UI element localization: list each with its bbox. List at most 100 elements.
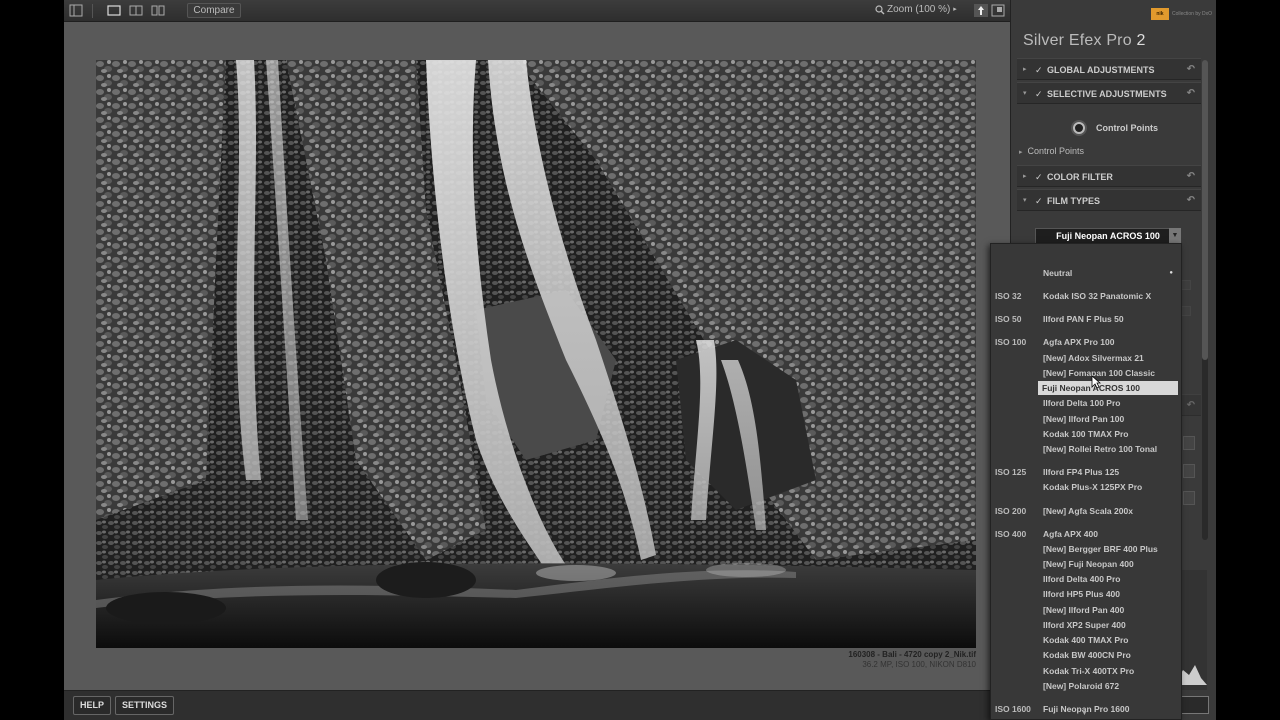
reset-icon[interactable]: ↶ (1187, 83, 1195, 105)
reset-icon[interactable]: ↶ (1187, 59, 1195, 81)
expand-arrow-icon[interactable]: ▸ (1023, 166, 1027, 188)
control-points-label: Control Points (1096, 123, 1158, 133)
film-list-item[interactable]: [New] Ilford Pan 400 (991, 603, 1181, 617)
film-type-dropdown-list[interactable]: Neutral ● ISO 32 Kodak ISO 32 Panatomic X IS… (990, 243, 1182, 720)
film-list-item[interactable]: [New] Rollei Retro 100 Tonal (991, 442, 1181, 456)
film-name: Ilford Delta 100 Pro (1043, 398, 1121, 408)
nik-logo-box: nik (1150, 8, 1169, 20)
checkmark-icon[interactable]: ✓ (1035, 190, 1043, 212)
film-list-item[interactable]: Neutral ● (991, 266, 1181, 280)
reset-icon[interactable]: ↶ (1187, 190, 1195, 212)
section-color-filter[interactable]: ▸ ✓ COLOR FILTER ↶ (1017, 165, 1201, 187)
film-list-item[interactable]: ISO 32 Kodak ISO 32 Panatomic X (991, 289, 1181, 303)
checkmark-icon[interactable]: ✓ (1035, 83, 1043, 105)
compare-button[interactable]: Compare (187, 3, 241, 18)
help-button[interactable]: HELP (73, 696, 111, 715)
scrollbar-thumb[interactable] (1202, 60, 1208, 360)
film-list-item[interactable]: Kodak 400 TMAX Pro (991, 633, 1181, 647)
film-name: [New] Bergger BRF 400 Plus (1043, 544, 1158, 554)
film-name: [New] Ilford Pan 100 (1043, 414, 1125, 424)
film-list-item[interactable]: Fuji Neopan ACROS 100 (991, 381, 1181, 395)
layout-icon[interactable] (69, 4, 83, 17)
film-list-item[interactable]: Ilford Delta 100 Pro (991, 396, 1181, 410)
film-list-item[interactable]: Kodak Plus-X 125PX Pro (991, 480, 1181, 494)
default-dot-icon: ● (1169, 270, 1173, 276)
toolbar-separator (92, 4, 93, 18)
film-list-item[interactable]: Kodak 100 TMAX Pro (991, 427, 1181, 441)
film-list-item[interactable]: [New] Adox Silvermax 21 (991, 351, 1181, 365)
app-title-name: Silver Efex Pro (1023, 32, 1132, 49)
control-points-sub-label: Control Points (1027, 146, 1085, 156)
film-list-item[interactable]: ISO 125 Ilford FP4 Plus 125 (991, 465, 1181, 479)
iso-label: ISO 50 (995, 314, 1022, 324)
bottom-bar: HELP SETTINGS (64, 690, 1010, 720)
film-list-item[interactable]: Kodak BW 400CN Pro (991, 648, 1181, 662)
single-view-icon[interactable] (107, 4, 121, 17)
section-film-types[interactable]: ▾ ✓ FILM TYPES ↶ (1017, 189, 1201, 211)
dropdown-arrow-icon[interactable] (1183, 464, 1195, 478)
image-caption: 160308 - Bali - 4720 copy 2_Nik.tif 36.2… (848, 650, 976, 670)
side-by-side-icon[interactable] (151, 4, 165, 17)
film-type-select[interactable]: Fuji Neopan ACROS 100 ▼ (1035, 228, 1181, 244)
expand-arrow-icon[interactable]: ▸ (1023, 59, 1027, 81)
film-list-item[interactable]: ISO 200 [New] Agfa Scala 200x (991, 504, 1181, 518)
fullscreen-icon[interactable] (991, 4, 1005, 17)
film-name: Kodak Plus-X 125PX Pro (1043, 482, 1143, 492)
dropdown-arrow-icon[interactable]: ▼ (1169, 228, 1181, 244)
image-metadata: 36.2 MP, ISO 100, NIKON D810 (862, 660, 976, 669)
iso-label: ISO 1600 (995, 704, 1031, 714)
control-points-button[interactable]: Control Points (1017, 114, 1201, 142)
reset-icon[interactable]: ↶ (1187, 166, 1195, 188)
zoom-control[interactable]: Zoom (100 %) (872, 3, 962, 18)
collapse-arrow-icon[interactable]: ▾ (1023, 190, 1027, 212)
film-name: [New] Rollei Retro 100 Tonal (1043, 444, 1158, 454)
film-list-item[interactable]: Ilford HP5 Plus 400 (991, 587, 1181, 601)
expand-arrow-icon: ▸ (1019, 149, 1023, 156)
film-list-item[interactable]: [New] Ilford Pan 100 (991, 412, 1181, 426)
film-list-item[interactable]: Kodak Tri-X 400TX Pro (991, 664, 1181, 678)
zoom-arrow-icon[interactable]: ▸ (950, 3, 960, 18)
control-points-list-toggle[interactable]: ▸ Control Points (1019, 146, 1084, 156)
film-list-item[interactable]: [New] Polaroid 672 (991, 679, 1181, 693)
film-list-item[interactable]: ISO 100 Agfa APX Pro 100 (991, 335, 1181, 349)
control-point-icon (1073, 122, 1085, 134)
panel-scrollbar[interactable] (1202, 60, 1208, 540)
split-view-icon[interactable] (129, 4, 143, 17)
film-name: Kodak ISO 32 Panatomic X (1043, 291, 1152, 301)
preview-image[interactable] (96, 60, 976, 648)
film-name: Ilford XP2 Super 400 (1043, 620, 1126, 630)
image-filename: 160308 - Bali - 4720 copy 2_Nik.tif (848, 650, 976, 659)
film-list-item[interactable]: [New] Fuji Neopan 400 (991, 557, 1181, 571)
checkmark-icon[interactable]: ✓ (1035, 59, 1043, 81)
film-name: Kodak Tri-X 400TX Pro (1043, 666, 1135, 676)
film-list-item[interactable]: Ilford XP2 Super 400 (991, 618, 1181, 632)
film-name: Ilford HP5 Plus 400 (1043, 589, 1120, 599)
section-label: FILM TYPES (1047, 196, 1101, 206)
film-list-item[interactable]: ISO 50 Ilford PAN F Plus 50 (991, 312, 1181, 326)
checkmark-icon[interactable]: ✓ (1035, 166, 1043, 188)
reset-icon[interactable]: ↶ (1187, 395, 1195, 417)
collapse-arrow-icon[interactable]: ▾ (1023, 83, 1027, 105)
iso-label: ISO 125 (995, 467, 1027, 477)
scroll-down-icon[interactable]: ▼ (1081, 710, 1088, 717)
section-label: COLOR FILTER (1047, 172, 1113, 182)
film-name: [New] Ilford Pan 400 (1043, 605, 1125, 615)
dropdown-arrow-icon[interactable] (1183, 491, 1195, 505)
pin-icon[interactable] (974, 4, 988, 17)
film-list-item[interactable]: [New] Bergger BRF 400 Plus (991, 542, 1181, 556)
film-list-item[interactable]: [New] Fomapan 100 Classic (991, 366, 1181, 380)
film-name: Fuji Neopan ACROS 100 (1038, 381, 1178, 395)
dropdown-arrow-icon[interactable] (1183, 436, 1195, 450)
nik-logo-text: Collection by DxO (1171, 11, 1212, 17)
film-list-item[interactable]: Ilford Delta 400 Pro (991, 572, 1181, 586)
film-name: [New] Polaroid 672 (1043, 681, 1120, 691)
film-name: Ilford FP4 Plus 125 (1043, 467, 1120, 477)
iso-label: ISO 200 (995, 506, 1027, 516)
film-name: Kodak BW 400CN Pro (1043, 650, 1131, 660)
section-label: SELECTIVE ADJUSTMENTS (1047, 89, 1167, 99)
section-selective-adjustments[interactable]: ▾ ✓ SELECTIVE ADJUSTMENTS ↶ (1017, 82, 1201, 104)
settings-button[interactable]: SETTINGS (115, 696, 174, 715)
film-list-item[interactable]: ISO 400 Agfa APX 400 (991, 527, 1181, 541)
section-label: GLOBAL ADJUSTMENTS (1047, 65, 1155, 75)
section-global-adjustments[interactable]: ▸ ✓ GLOBAL ADJUSTMENTS ↶ (1017, 58, 1201, 80)
